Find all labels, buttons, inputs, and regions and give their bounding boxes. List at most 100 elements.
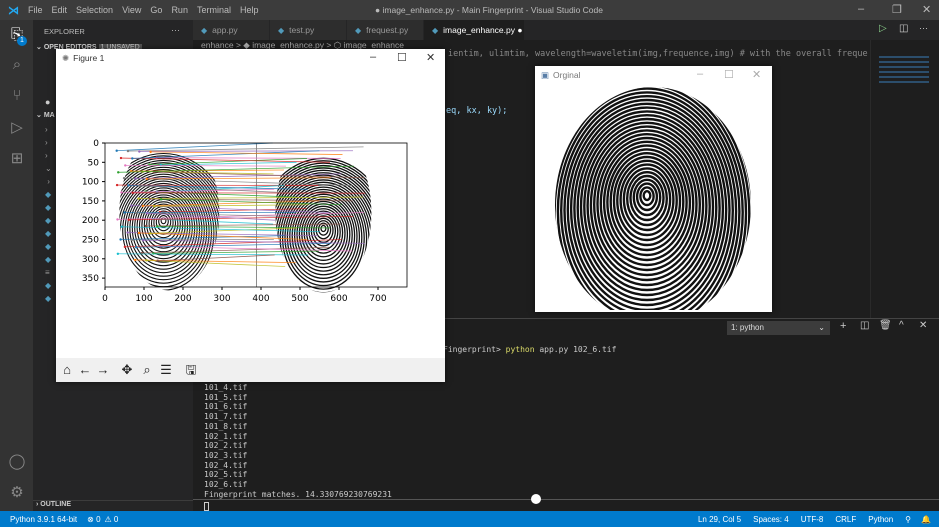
- terminal-output[interactable]: 101_4.tif 101_5.tif 101_6.tif 101_7.tif 101_…: [204, 383, 392, 499]
- close-panel-button[interactable]: ✕: [919, 320, 927, 331]
- pan-icon[interactable]: ✥: [118, 361, 136, 379]
- extensions-icon[interactable]: ⊞: [8, 150, 26, 168]
- mouse-cursor-icon: [531, 494, 541, 504]
- x-tick-label: 200: [174, 294, 191, 304]
- python-interpreter[interactable]: Python 3.9.1 64-bit: [10, 515, 77, 524]
- fingerprint-image: [555, 87, 751, 310]
- tab-frequest-py[interactable]: ◆ frequest.py: [347, 20, 423, 40]
- encoding[interactable]: UTF-8: [801, 515, 824, 524]
- more-actions-button[interactable]: ···: [919, 23, 928, 33]
- more-actions-button[interactable]: ···: [171, 25, 180, 35]
- keypoint: [149, 150, 152, 154]
- home-icon[interactable]: ⌂: [58, 361, 76, 379]
- close-button[interactable]: ✕: [922, 3, 931, 16]
- source-control-icon[interactable]: ⑂: [8, 87, 26, 105]
- keypoint: [130, 204, 133, 207]
- terminal-output-line: 102_4.tif: [204, 460, 248, 470]
- x-tick-label: 600: [330, 294, 347, 304]
- menu-terminal[interactable]: Terminal: [197, 5, 231, 15]
- status-bar: Python 3.9.1 64-bit ⊗ 0 ⚠ 0 Ln 29, Col 5…: [0, 511, 939, 527]
- notifications-bell-icon[interactable]: 🔔: [921, 515, 931, 524]
- run-file-button[interactable]: ▷: [879, 23, 887, 34]
- cursor-position[interactable]: Ln 29, Col 5: [698, 515, 741, 524]
- line-ending[interactable]: CRLF: [835, 515, 856, 524]
- language-mode[interactable]: Python: [868, 515, 893, 524]
- explorer-badge: 1: [17, 36, 27, 46]
- maximize-button[interactable]: ☐: [724, 68, 734, 81]
- menu-run[interactable]: Run: [171, 5, 188, 15]
- minimap[interactable]: [870, 40, 939, 318]
- terminal-output-line: 102_1.tif: [204, 431, 248, 441]
- split-editor-button[interactable]: ◫: [899, 23, 908, 34]
- configure-subplots-icon[interactable]: ☰: [157, 361, 175, 379]
- minimize-button[interactable]: –: [697, 68, 703, 80]
- minimize-button[interactable]: –: [858, 3, 864, 15]
- run-debug-icon[interactable]: ▷: [8, 119, 26, 137]
- menu-edit[interactable]: Edit: [52, 5, 68, 15]
- menu-go[interactable]: Go: [150, 5, 162, 15]
- match-line: [156, 157, 341, 159]
- keypoint: [131, 157, 134, 160]
- forward-arrow-icon[interactable]: →: [94, 361, 112, 379]
- y-tick-label: 100: [82, 178, 99, 188]
- python-file-icon: ◆: [201, 25, 208, 35]
- errors-count[interactable]: ⊗ 0: [87, 515, 100, 524]
- minimize-button[interactable]: –: [370, 51, 376, 63]
- match-plot: 0501001502002503003500 100 200 300 400 500 600…: [82, 139, 408, 304]
- terminal-output-line: 102_3.tif: [204, 450, 248, 460]
- menu-help[interactable]: Help: [240, 5, 259, 15]
- zoom-icon[interactable]: ⌕: [138, 361, 156, 379]
- tab-test-py[interactable]: ◆ test.py: [270, 20, 346, 40]
- terminal-output-line: 102_2.tif: [204, 441, 248, 451]
- menu-file[interactable]: File: [28, 5, 43, 15]
- figure-window-titlebar[interactable]: ✺ Figure 1 – ☐ ✕: [56, 49, 445, 67]
- folder-section-label: MA: [43, 112, 55, 119]
- keypoint: [120, 225, 123, 228]
- search-icon[interactable]: ⌕: [8, 56, 26, 74]
- keypoint: [133, 258, 137, 262]
- menu-selection[interactable]: Selection: [76, 5, 113, 15]
- warnings-count[interactable]: ⚠ 0: [105, 515, 119, 524]
- keypoint: [144, 224, 148, 228]
- chevron-down-icon: ⌄: [818, 323, 825, 332]
- back-arrow-icon[interactable]: ←: [76, 361, 94, 379]
- outline-section[interactable]: › OUTLINE: [33, 500, 193, 511]
- folder-section[interactable]: ⌄ MA: [36, 111, 55, 119]
- y-tick-label: 0: [93, 139, 99, 149]
- restore-button[interactable]: ❐: [892, 3, 902, 16]
- file-tree: › › › ⌄ › ◆ ◆ ◆ ◆ ◆ ◆ ≡ ◆ ◆: [45, 125, 52, 303]
- feedback-icon[interactable]: ⚲: [905, 515, 911, 524]
- match-line: [125, 164, 286, 167]
- ridge-line: [286, 191, 361, 283]
- close-button[interactable]: ✕: [426, 51, 435, 64]
- panel-sash[interactable]: [193, 499, 939, 500]
- tab-label: app.py: [212, 25, 238, 35]
- kill-terminal-trash-icon[interactable]: 🗑: [879, 320, 892, 331]
- code-line[interactable]: eq, kx, ky);: [446, 106, 507, 116]
- tab-app-py[interactable]: ◆ app.py: [193, 20, 269, 40]
- code-line[interactable]: ientim, ulimtim, wavelength=waveletim(im…: [448, 49, 868, 59]
- terminal-selector[interactable]: 1: python ⌄: [727, 321, 830, 335]
- maximize-button[interactable]: ☐: [397, 51, 407, 64]
- split-terminal-button[interactable]: ◫: [860, 320, 869, 331]
- title-bar: ⋊ File Edit Selection View Go Run Termin…: [0, 0, 939, 20]
- original-window-title: Orginal: [553, 70, 581, 80]
- original-window-titlebar[interactable]: ▣ Orginal – ☐ ✕: [535, 66, 772, 84]
- settings-gear-icon[interactable]: ⚙: [8, 484, 26, 502]
- keypoint: [116, 252, 120, 255]
- maximize-panel-button[interactable]: ^: [899, 320, 904, 331]
- menu-view[interactable]: View: [122, 5, 141, 15]
- keypoint: [119, 238, 122, 241]
- terminal-output-line: 101_4.tif: [204, 383, 248, 392]
- new-terminal-button[interactable]: +: [840, 320, 846, 332]
- close-button[interactable]: ✕: [752, 68, 761, 81]
- tab-image-enhance-py[interactable]: ◆ image_enhance.py ●: [424, 20, 524, 40]
- keypoint: [124, 164, 127, 167]
- terminal-output-line: 102_5.tif: [204, 470, 248, 480]
- y-tick-label: 250: [82, 236, 99, 246]
- account-icon[interactable]: ◯: [8, 453, 26, 471]
- keypoint: [138, 150, 141, 153]
- indentation[interactable]: Spaces: 4: [753, 515, 789, 524]
- keypoint: [115, 183, 119, 187]
- save-icon[interactable]: 🖫: [182, 361, 200, 379]
